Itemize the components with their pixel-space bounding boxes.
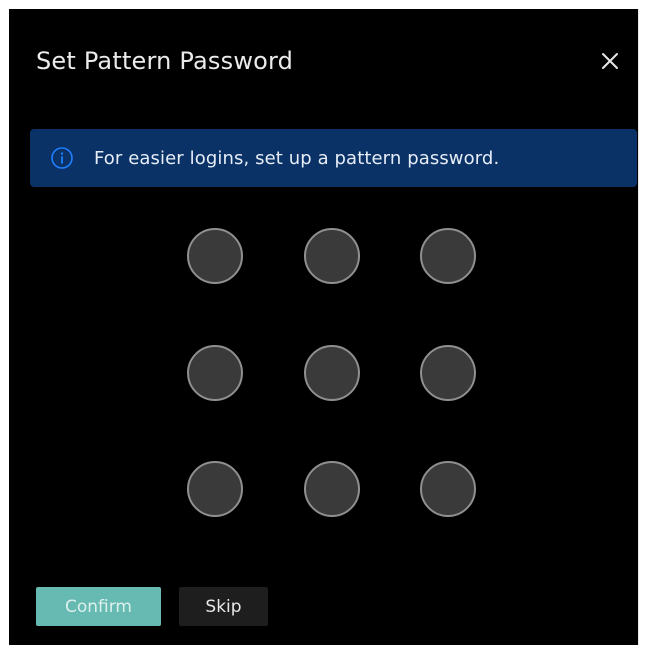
dialog-title: Set Pattern Password — [36, 47, 294, 75]
pattern-dot[interactable] — [420, 461, 476, 517]
pattern-dot[interactable] — [304, 228, 360, 284]
pattern-dot[interactable] — [187, 461, 243, 517]
info-banner-text: For easier logins, set up a pattern pass… — [94, 147, 500, 169]
confirm-button[interactable]: Confirm — [36, 587, 161, 626]
info-banner: For easier logins, set up a pattern pass… — [30, 129, 637, 187]
pattern-dot[interactable] — [187, 345, 243, 401]
pattern-dot[interactable] — [187, 228, 243, 284]
set-pattern-dialog: Set Pattern Password For easier logins, … — [9, 9, 639, 645]
skip-button[interactable]: Skip — [179, 587, 268, 626]
pattern-dot[interactable] — [420, 345, 476, 401]
pattern-dot[interactable] — [420, 228, 476, 284]
pattern-dot[interactable] — [304, 461, 360, 517]
close-icon — [602, 53, 618, 69]
info-icon — [50, 146, 74, 170]
dialog-footer: Confirm Skip — [36, 587, 268, 626]
pattern-grid[interactable] — [187, 228, 479, 520]
close-button[interactable] — [596, 47, 624, 75]
pattern-dot[interactable] — [304, 345, 360, 401]
